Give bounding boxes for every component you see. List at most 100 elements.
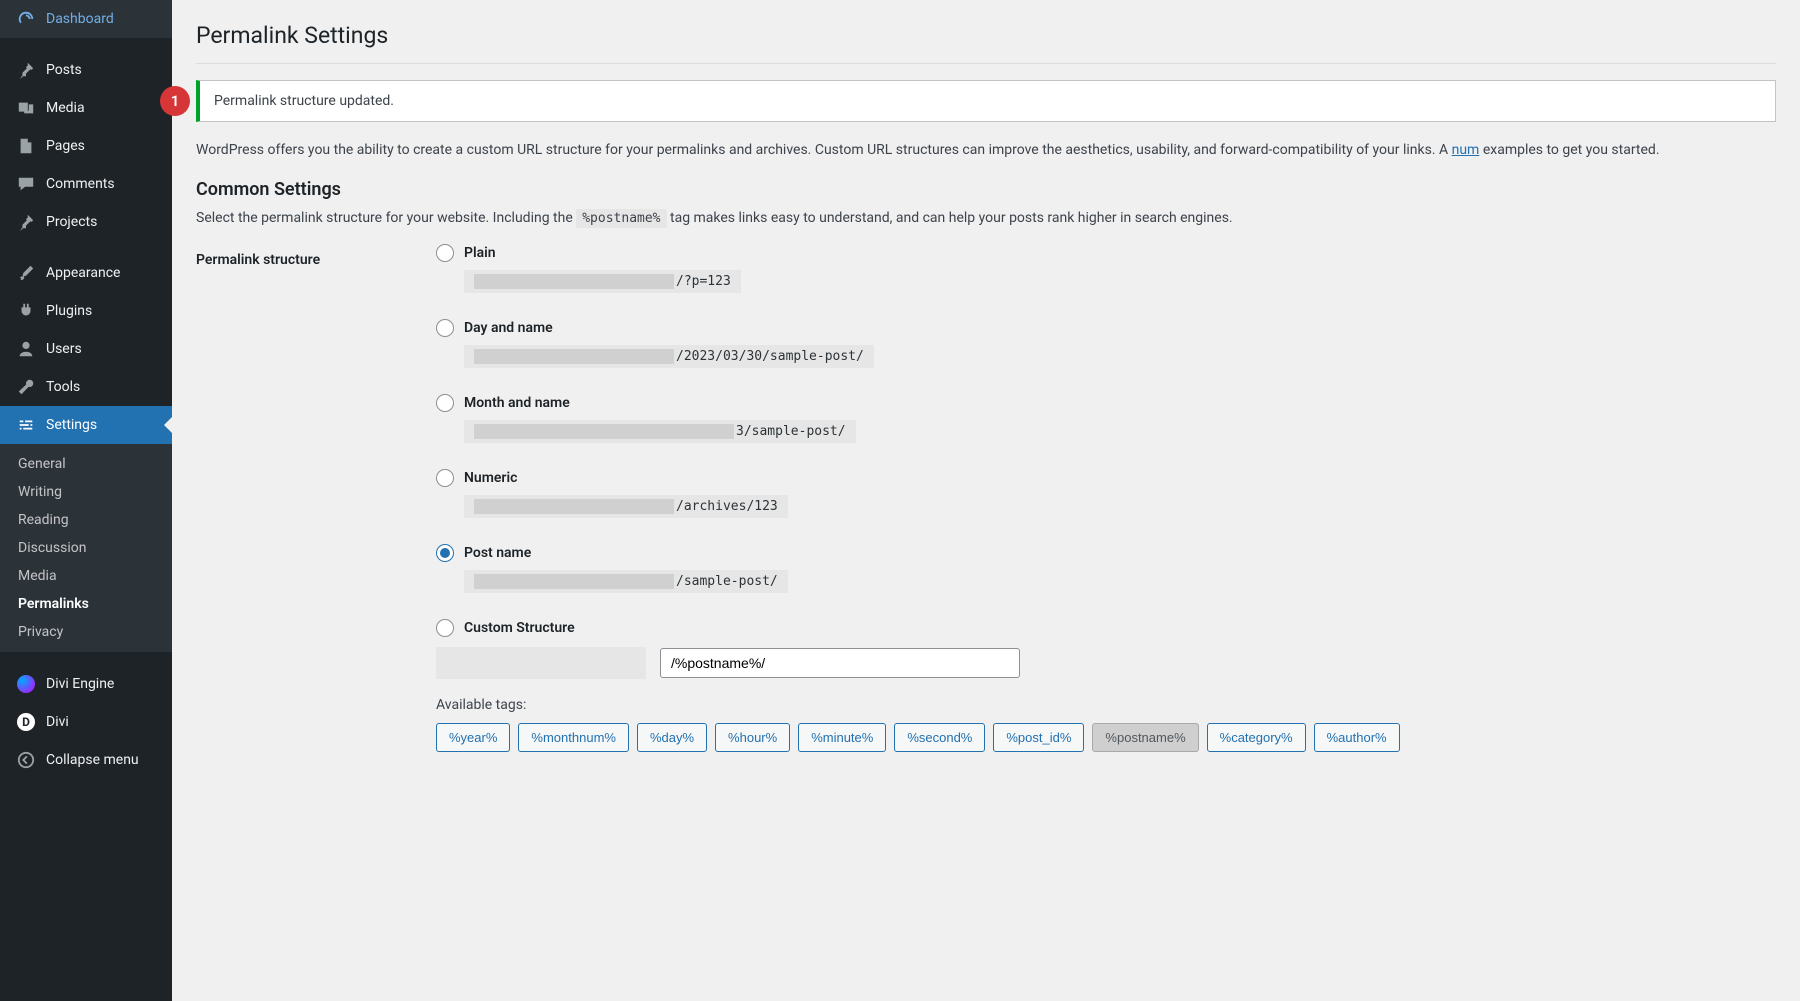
sidebar-item-label: Plugins — [46, 303, 92, 319]
tag-minute[interactable]: %minute% — [798, 723, 886, 752]
sidebar-item-appearance[interactable]: Appearance — [0, 254, 172, 292]
radio-day-name[interactable] — [436, 319, 454, 337]
tag-second[interactable]: %second% — [894, 723, 985, 752]
dashboard-icon — [16, 9, 36, 29]
submenu-item-discussion[interactable]: Discussion — [0, 534, 172, 562]
tag-monthnum[interactable]: %monthnum% — [518, 723, 629, 752]
sidebar-item-media[interactable]: Media — [0, 89, 172, 127]
sidebar-item-settings[interactable]: Settings — [0, 406, 172, 444]
user-icon — [16, 339, 36, 359]
sidebar-item-label: Settings — [46, 417, 97, 433]
sidebar-item-projects[interactable]: Projects — [0, 203, 172, 241]
settings-submenu: General Writing Reading Discussion Media… — [0, 444, 172, 652]
radio-month-name[interactable] — [436, 394, 454, 412]
option-day-name: Day and name /2023/03/30/sample-post/ — [436, 319, 1776, 368]
comment-icon — [16, 174, 36, 194]
sidebar-item-label: Posts — [46, 62, 82, 78]
success-notice: 1 Permalink structure updated. — [196, 80, 1776, 122]
sidebar-item-label: Pages — [46, 138, 85, 154]
sidebar-item-label: Media — [46, 100, 85, 116]
available-tags: %year% %monthnum% %day% %hour% %minute% … — [436, 723, 1776, 752]
sidebar-item-label: Tools — [46, 379, 80, 395]
tag-category[interactable]: %category% — [1207, 723, 1306, 752]
common-settings-heading: Common Settings — [196, 179, 1776, 200]
tag-author[interactable]: %author% — [1314, 723, 1400, 752]
sidebar-item-tools[interactable]: Tools — [0, 368, 172, 406]
sidebar-item-label: Appearance — [46, 265, 120, 281]
pin-icon — [16, 60, 36, 80]
pin-icon — [16, 212, 36, 232]
page-icon — [16, 136, 36, 156]
submenu-item-permalinks[interactable]: Permalinks — [0, 590, 172, 618]
custom-structure-input[interactable] — [660, 648, 1020, 678]
divi-engine-icon — [16, 674, 36, 694]
option-label[interactable]: Month and name — [464, 395, 570, 411]
example-numeric: /archives/123 — [464, 495, 788, 518]
sidebar-item-label: Users — [46, 341, 82, 357]
sidebar-item-posts[interactable]: Posts — [0, 51, 172, 89]
common-settings-desc: Select the permalink structure for your … — [196, 210, 1776, 226]
page-title: Permalink Settings — [196, 10, 1776, 55]
radio-post-name[interactable] — [436, 544, 454, 562]
sidebar-item-label: Divi — [46, 714, 69, 730]
example-plain: /?p=123 — [464, 270, 741, 293]
divi-d-icon: D — [16, 712, 36, 732]
annotation-badge: 1 — [160, 86, 190, 116]
option-label[interactable]: Numeric — [464, 470, 517, 486]
media-icon — [16, 98, 36, 118]
sidebar-item-divi-engine[interactable]: Divi Engine — [0, 665, 172, 703]
tag-hour[interactable]: %hour% — [715, 723, 790, 752]
example-day-name: /2023/03/30/sample-post/ — [464, 345, 874, 368]
permalink-structure-label: Permalink structure — [196, 244, 396, 268]
notice-text: Permalink structure updated. — [214, 93, 394, 109]
sidebar-item-pages[interactable]: Pages — [0, 127, 172, 165]
tag-post-id[interactable]: %post_id% — [993, 723, 1084, 752]
brush-icon — [16, 263, 36, 283]
radio-numeric[interactable] — [436, 469, 454, 487]
sidebar-item-divi[interactable]: D Divi — [0, 703, 172, 741]
submenu-item-privacy[interactable]: Privacy — [0, 618, 172, 646]
postname-tag-code: %postname% — [576, 209, 666, 228]
collapse-menu-button[interactable]: Collapse menu — [0, 741, 172, 779]
option-label[interactable]: Custom Structure — [464, 620, 575, 636]
submenu-item-media[interactable]: Media — [0, 562, 172, 590]
sidebar-item-label: Comments — [46, 176, 115, 192]
available-tags-label: Available tags: — [436, 697, 1776, 713]
sidebar-item-plugins[interactable]: Plugins — [0, 292, 172, 330]
collapse-icon — [16, 750, 36, 770]
sidebar-item-label: Dashboard — [46, 11, 114, 27]
intro-paragraph: WordPress offers you the ability to crea… — [196, 140, 1776, 161]
radio-custom[interactable] — [436, 619, 454, 637]
option-post-name: Post name /sample-post/ — [436, 544, 1776, 593]
title-divider — [196, 63, 1776, 64]
wrench-icon — [16, 377, 36, 397]
sidebar-item-label: Divi Engine — [46, 676, 114, 692]
option-label[interactable]: Plain — [464, 245, 496, 261]
sidebar-item-label: Projects — [46, 214, 97, 230]
example-month-name: 3/sample-post/ — [464, 420, 856, 443]
custom-base-url — [436, 647, 646, 679]
option-label[interactable]: Post name — [464, 545, 531, 561]
plug-icon — [16, 301, 36, 321]
submenu-item-general[interactable]: General — [0, 450, 172, 478]
tag-postname[interactable]: %postname% — [1092, 723, 1198, 752]
radio-plain[interactable] — [436, 244, 454, 262]
option-month-name: Month and name 3/sample-post/ — [436, 394, 1776, 443]
option-plain: Plain /?p=123 — [436, 244, 1776, 293]
example-post-name: /sample-post/ — [464, 570, 788, 593]
option-custom: Custom Structure Available tags: %year% … — [436, 619, 1776, 752]
option-numeric: Numeric /archives/123 — [436, 469, 1776, 518]
submenu-item-reading[interactable]: Reading — [0, 506, 172, 534]
sidebar-item-comments[interactable]: Comments — [0, 165, 172, 203]
intro-link[interactable]: num — [1452, 142, 1480, 158]
collapse-label: Collapse menu — [46, 752, 139, 768]
admin-sidebar: Dashboard Posts Media Pages Comments Pro… — [0, 0, 172, 1001]
submenu-item-writing[interactable]: Writing — [0, 478, 172, 506]
option-label[interactable]: Day and name — [464, 320, 553, 336]
tag-year[interactable]: %year% — [436, 723, 510, 752]
tag-day[interactable]: %day% — [637, 723, 707, 752]
sidebar-item-dashboard[interactable]: Dashboard — [0, 0, 172, 38]
sidebar-item-users[interactable]: Users — [0, 330, 172, 368]
sliders-icon — [16, 415, 36, 435]
permalink-options: Plain /?p=123 Day and name /2023/03/30/s… — [436, 244, 1776, 778]
